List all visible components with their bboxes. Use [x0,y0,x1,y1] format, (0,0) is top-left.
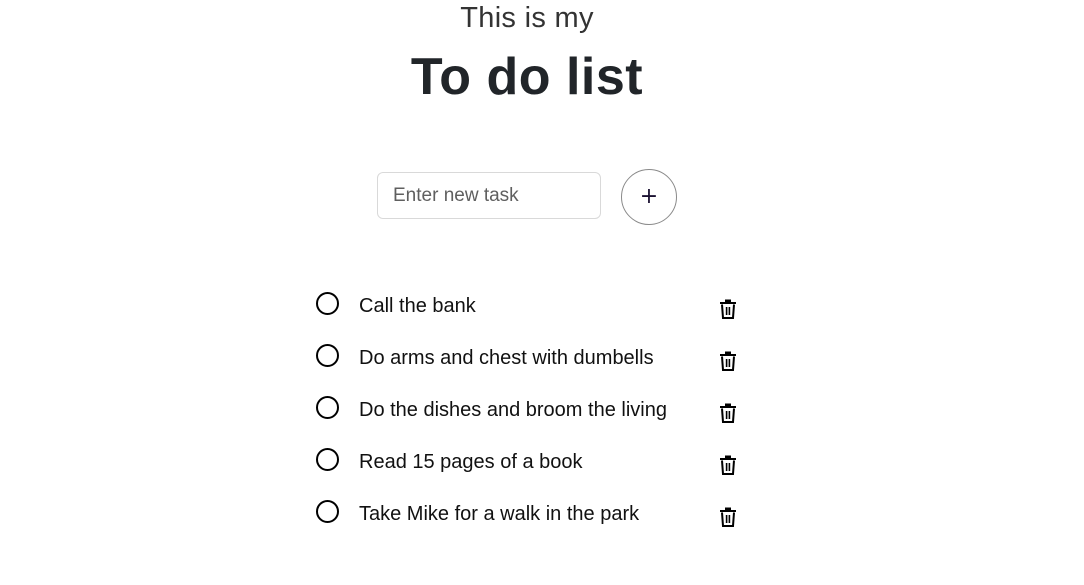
trash-icon[interactable] [719,351,737,371]
task-checkbox[interactable] [316,448,339,471]
task-label: Read 15 pages of a book [359,451,583,473]
task-checkbox[interactable] [316,396,339,419]
task-item: Read 15 pages of a book [314,438,754,490]
task-list: Call the bank Do arms and chest with dum… [314,282,754,542]
task-item: Do the dishes and broom the living [314,386,754,438]
task-checkbox[interactable] [316,344,339,367]
page-subtitle: This is my [460,2,594,34]
task-label: Do the dishes and broom the living [359,399,667,421]
task-checkbox[interactable] [316,500,339,523]
task-label: Take Mike for a walk in the park [359,503,640,525]
task-label: Call the bank [359,295,476,317]
add-task-button[interactable]: + [621,169,677,225]
trash-icon[interactable] [719,455,737,475]
task-checkbox[interactable] [316,292,339,315]
task-item: Call the bank [314,282,754,334]
page-title: To do list [410,48,644,106]
trash-icon[interactable] [719,299,737,319]
task-label: Do arms and chest with dumbells [359,347,654,369]
task-item: Do arms and chest with dumbells [314,334,754,386]
new-task-input[interactable] [377,172,601,219]
plus-icon: + [639,183,659,209]
task-item: Take Mike for a walk in the park [314,490,754,542]
trash-icon[interactable] [719,507,737,527]
trash-icon[interactable] [719,403,737,423]
